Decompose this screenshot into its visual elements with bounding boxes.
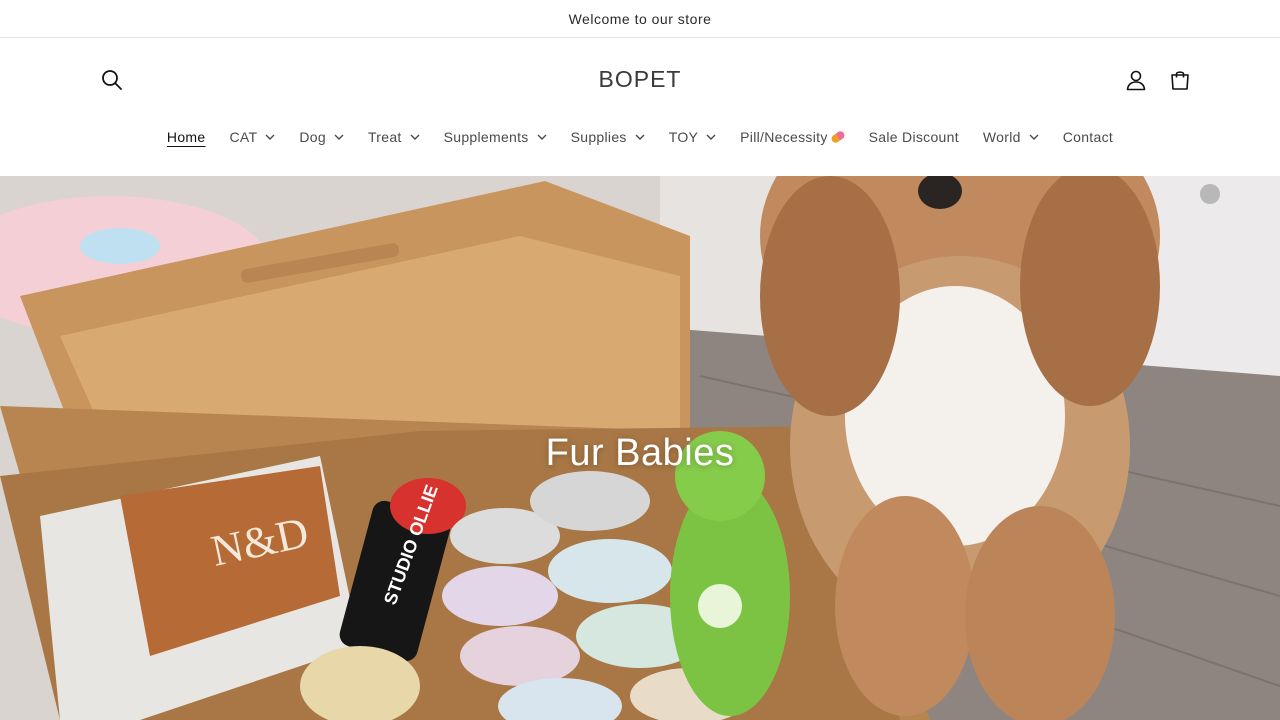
nav-label: Pill/Necessity: [740, 129, 828, 145]
chevron-down-icon: [706, 134, 716, 140]
chevron-down-icon: [1029, 134, 1039, 140]
chevron-down-icon: [334, 134, 344, 140]
pill-icon: [829, 129, 846, 145]
nav-item-pill-necessity[interactable]: Pill/Necessity: [728, 129, 856, 145]
nav-item-dog[interactable]: Dog: [287, 129, 356, 145]
nav-label: TOY: [668, 129, 699, 145]
account-button[interactable]: [1120, 64, 1152, 96]
nav-item-supplements[interactable]: Supplements: [432, 129, 559, 145]
nav-item-contact[interactable]: Contact: [1051, 129, 1125, 145]
hero-banner: N&D STUDIO OLLIE Fur Babies: [0, 176, 1280, 720]
nav-label: Home: [166, 129, 206, 145]
nav-item-home[interactable]: Home: [155, 129, 218, 145]
chevron-down-icon: [537, 134, 547, 140]
nav-label: CAT: [229, 129, 258, 145]
nav-label: Treat: [367, 129, 402, 145]
chevron-down-icon: [265, 134, 275, 140]
nav-item-sale-discount[interactable]: Sale Discount: [857, 129, 971, 145]
announcement-text: Welcome to our store: [568, 10, 712, 27]
nav-label: Supplements: [443, 129, 529, 145]
user-icon: [1126, 70, 1146, 91]
site-logo[interactable]: BOPET: [0, 66, 1280, 93]
nav-label: Contact: [1062, 129, 1114, 145]
nav-label: Dog: [299, 129, 326, 145]
main-nav: Home CAT Dog Treat Supplements Supplies …: [0, 122, 1280, 152]
chevron-down-icon: [635, 134, 645, 140]
header-top: BOPET: [0, 38, 1280, 122]
cart-icon: [1171, 71, 1189, 90]
hero-caption: Fur Babies: [545, 432, 735, 474]
nav-item-world[interactable]: World: [971, 129, 1051, 145]
nav-item-toy[interactable]: TOY: [657, 129, 728, 145]
site-header: BOPET Home CAT Dog Treat Supplements Sup…: [0, 38, 1280, 176]
announcement-bar: Welcome to our store: [0, 0, 1280, 38]
nav-item-treat[interactable]: Treat: [356, 129, 432, 145]
nav-label: Sale Discount: [868, 129, 959, 145]
cart-button[interactable]: [1164, 64, 1196, 96]
nav-item-cat[interactable]: CAT: [217, 129, 287, 145]
nav-item-supplies[interactable]: Supplies: [559, 129, 657, 145]
nav-label: Supplies: [570, 129, 627, 145]
chevron-down-icon: [410, 134, 420, 140]
nav-label: World: [982, 129, 1021, 145]
